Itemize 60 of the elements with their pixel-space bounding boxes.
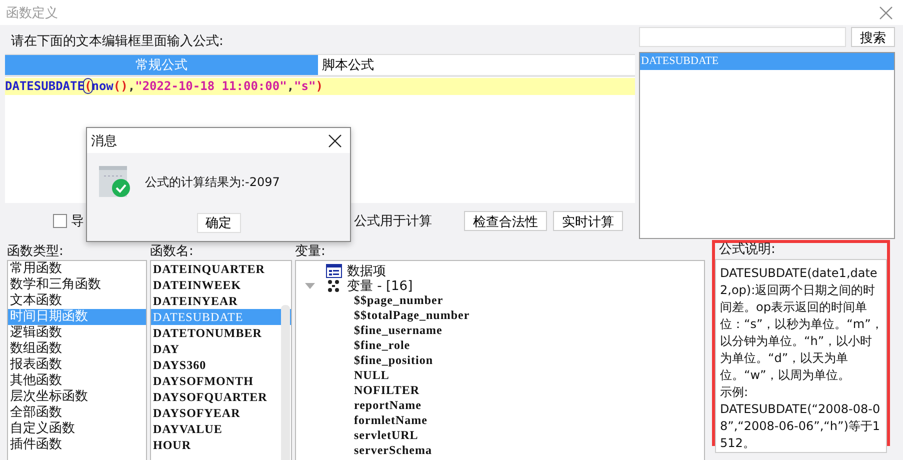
list-item[interactable]: DATEINYEAR [151,293,291,309]
collapse-icon[interactable] [304,282,316,290]
list-item[interactable]: DAYSOFMONTH [151,373,291,389]
checkbox[interactable] [53,214,67,228]
list-label: 函数类型: [7,243,64,260]
list-item[interactable]: 插件函数 [8,437,146,453]
tree-node[interactable]: 变量 - [16] [347,276,413,294]
ok-button[interactable]: 确定 [196,213,240,233]
tree-leaf[interactable]: $fine_position [304,353,704,368]
list-item[interactable]: DAYSOFYEAR [151,405,291,421]
success-icon [99,166,131,198]
checkbox-label: 公式用于计算 [354,213,432,230]
list-item[interactable]: DAYVALUE [151,421,291,437]
list-item[interactable]: DATEINWEEK [151,277,291,293]
action-button[interactable]: 检查合法性 [464,211,547,231]
list-item[interactable]: DATETONUMBER [151,325,291,341]
description-text: DATESUBDATE(date1,date2,op):返回两个日期之间的时间差。op表示返回的时间单位：“s”，以秒为单位。“m”，以分钟为单位。“h”，以小时为单位。“d”，以天为单位。“w”，以周为单位。 [720,265,883,384]
list-item[interactable]: DAY [151,341,291,357]
dialog-title: 消息 [91,132,117,150]
tree-leaf[interactable]: $$page_number [304,293,704,308]
list-item[interactable]: 逻辑函数 [8,325,146,341]
list-item[interactable]: 自定义函数 [8,421,146,437]
scrollbar[interactable] [281,305,290,460]
list-item[interactable]: 常用函数 [8,261,146,277]
description-text: DATESUBDATE(“2008-08-08”,“2008-06-06”,“h”)等于1512。 [720,401,882,452]
list-item[interactable]: DAYS360 [151,357,291,373]
tree-leaf[interactable]: $fine_role [304,338,704,353]
description-text: 示例: [720,384,750,401]
tree-leaf[interactable]: servletURL [304,428,704,443]
search-button[interactable]: 搜索 [851,27,895,47]
list-label: 函数名: [150,243,194,260]
list-item[interactable]: 数组函数 [8,341,146,357]
tree-node[interactable]: 数据项 [347,262,386,280]
message-text: 公式的计算结果为:-2097 [145,174,280,190]
tree-leaf[interactable]: NULL [304,368,704,383]
list-item[interactable]: 报表函数 [8,357,146,373]
list-icon [326,264,342,278]
list-item[interactable]: 其他函数 [8,373,146,389]
list-label: 变量: [295,243,326,260]
list-item[interactable]: DATEINQUARTER [151,261,291,277]
search-field[interactable] [639,27,846,47]
checkbox-label: 导 [71,213,84,230]
list-item[interactable]: 文本函数 [8,293,146,309]
tree-leaf[interactable]: $$totalPage_number [304,308,704,323]
tree-leaf[interactable]: $fine_username [304,323,704,338]
list-item[interactable]: 数学和三角函数 [8,277,146,293]
list-label: 公式说明: [719,243,776,257]
editor-prompt: 请在下面的文本编辑框里面输入公式: [11,33,224,50]
tree-leaf[interactable]: formletName [304,413,704,428]
list-item[interactable]: HOUR [151,437,291,453]
list-item[interactable]: DAYSOFQUARTER [151,389,291,405]
tree-leaf[interactable]: NOFILTER [304,383,704,398]
close-icon[interactable] [328,134,342,148]
variable-icon [326,278,342,292]
list-item[interactable]: 层次坐标函数 [8,389,146,405]
tree-leaf[interactable]: serverSchema [304,443,704,458]
tree-leaf[interactable]: reportName [304,398,704,413]
window-title: 函数定义 [6,4,58,22]
action-button[interactable]: 实时计算 [553,211,623,231]
list-item[interactable]: 全部函数 [8,405,146,421]
